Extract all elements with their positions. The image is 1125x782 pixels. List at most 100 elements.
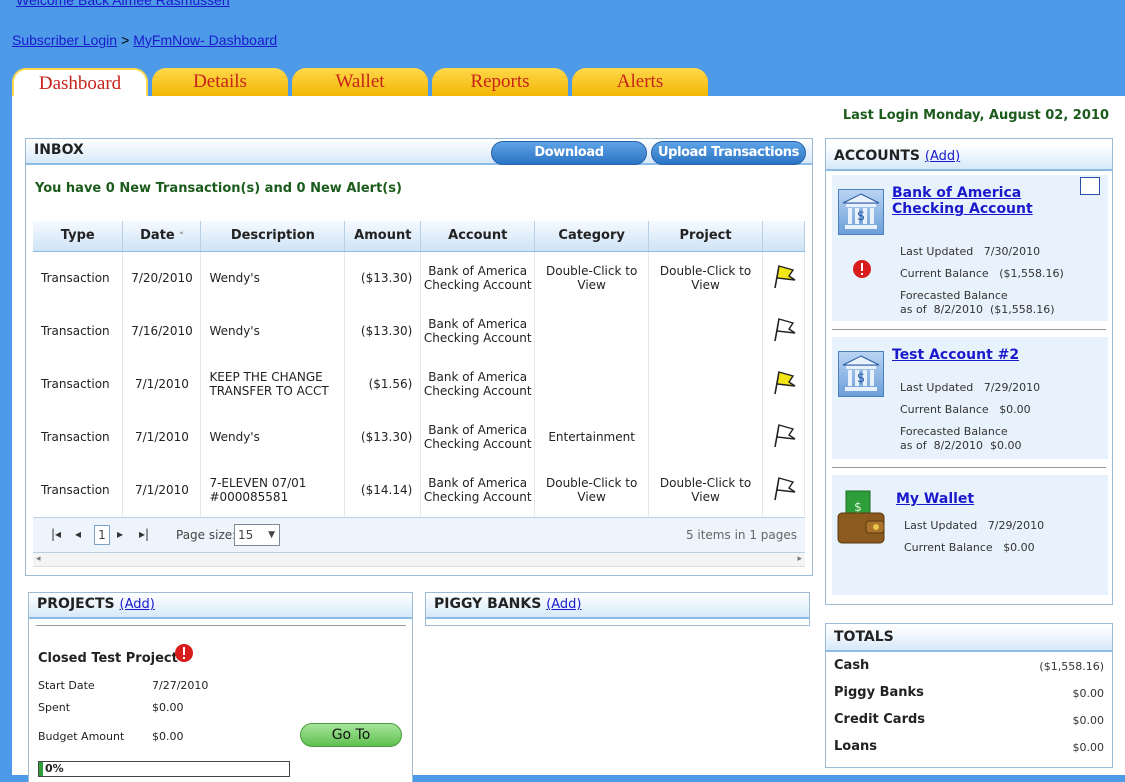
cell-account: Bank of America Checking Account	[420, 463, 536, 516]
breadcrumb-dashboard[interactable]: MyFmNow- Dashboard	[133, 32, 277, 48]
tab-alerts[interactable]: Alerts	[572, 68, 708, 98]
column-flag	[762, 221, 806, 252]
account-link-boa[interactable]: Bank of America Checking Account	[892, 185, 1082, 217]
piggy-banks-title: PIGGY BANKS	[434, 596, 542, 612]
forecast-asof: as of	[900, 303, 927, 316]
cell-flag[interactable]	[762, 251, 806, 304]
balance-label: Current Balance	[904, 541, 993, 554]
column-account[interactable]: Account	[420, 221, 536, 252]
account-forecast: as of 8/2/2010 ($1,558.16)	[900, 303, 1055, 316]
column-category[interactable]: Category	[534, 221, 650, 252]
tab-details[interactable]: Details	[152, 68, 288, 98]
table-row[interactable]: Transaction 7/20/2010 Wendy's ($13.30) Bank …	[33, 251, 806, 304]
totals-header: TOTALS	[826, 626, 1112, 652]
totals-row-piggy-banks: Piggy Banks $0.00	[834, 685, 1104, 700]
download-transactions-button[interactable]: Download Transactions	[491, 141, 647, 182]
cell-project[interactable]: Double-Click to View	[648, 463, 763, 516]
account-link-test[interactable]: Test Account #2	[892, 347, 1019, 363]
svg-text:$: $	[857, 209, 865, 224]
cell-amount: ($14.14)	[344, 463, 422, 516]
column-project[interactable]: Project	[648, 221, 763, 252]
column-date[interactable]: Date ˅	[122, 221, 202, 252]
breadcrumb-subscriber-login[interactable]: Subscriber Login	[12, 32, 117, 48]
cell-amount: ($13.30)	[344, 410, 422, 463]
account-card: $ My Wallet Last Updated 7/29/2010 Curre…	[832, 475, 1108, 595]
cell-category[interactable]	[534, 304, 650, 357]
dashboard-content: Last Login Monday, August 02, 2010 INBOX…	[12, 96, 1125, 782]
cell-project[interactable]	[648, 410, 763, 463]
tab-dashboard[interactable]: Dashboard	[12, 68, 148, 98]
balance-value: $0.00	[999, 403, 1031, 416]
cell-project[interactable]	[648, 304, 763, 357]
balance-value: ($1,558.16)	[999, 267, 1064, 280]
prev-page-icon[interactable]: ◂	[75, 527, 81, 541]
last-login: Last Login Monday, August 02, 2010	[843, 108, 1109, 123]
cell-type: Transaction	[33, 251, 124, 304]
cell-account: Bank of America Checking Account	[420, 357, 536, 410]
flag-white-icon[interactable]	[769, 477, 797, 505]
cell-project[interactable]: Double-Click to View	[648, 251, 763, 304]
add-piggy-bank-link[interactable]: (Add)	[546, 597, 581, 612]
flag-yellow-icon[interactable]	[769, 371, 797, 399]
cell-account: Bank of America Checking Account	[420, 410, 536, 463]
pager-info: 5 items in 1 pages	[685, 528, 797, 542]
cell-flag[interactable]	[762, 357, 806, 410]
column-amount[interactable]: Amount	[344, 221, 422, 252]
account-last-updated: Last Updated 7/29/2010	[904, 519, 1044, 532]
next-page-icon[interactable]: ▸	[117, 527, 123, 541]
scroll-right-icon[interactable]: ▸	[797, 554, 802, 564]
transactions-table: Type Date ˅ Description Amount Account C…	[33, 221, 806, 516]
add-account-link[interactable]: (Add)	[925, 149, 960, 164]
cell-category[interactable]: Double-Click to View	[534, 251, 650, 304]
flag-white-icon[interactable]	[769, 318, 797, 346]
tab-wallet[interactable]: Wallet	[292, 68, 428, 98]
add-project-link[interactable]: (Add)	[120, 597, 155, 612]
account-card: $ Test Account #2 Last Updated 7/29/2010…	[832, 337, 1108, 459]
page-size-value: 15	[238, 528, 254, 542]
table-row[interactable]: Transaction 7/1/2010 7-ELEVEN 07/01 #00008…	[33, 463, 806, 516]
account-link-wallet[interactable]: My Wallet	[896, 491, 974, 507]
column-description[interactable]: Description	[200, 221, 346, 252]
last-page-icon[interactable]: ▸|	[139, 527, 149, 541]
totals-panel: TOTALS Cash ($1,558.16) Piggy Banks $0.00 …	[825, 623, 1113, 768]
cell-flag[interactable]	[762, 304, 806, 357]
tab-reports[interactable]: Reports	[432, 68, 568, 98]
table-row[interactable]: Transaction 7/1/2010 Wendy's ($13.30) Bank o…	[33, 410, 806, 463]
cell-category[interactable]: Double-Click to View	[534, 463, 650, 516]
project-budget-value: $0.00	[152, 730, 184, 743]
horizontal-scrollbar[interactable]: ◂ ▸	[33, 553, 805, 567]
cell-description: Wendy's	[200, 251, 346, 304]
cell-flag[interactable]	[762, 410, 806, 463]
cell-category[interactable]	[534, 357, 650, 410]
last-updated-value: 7/29/2010	[983, 381, 1041, 394]
breadcrumb-separator: >	[121, 32, 130, 48]
account-current-balance: Current Balance $0.00	[900, 403, 1031, 416]
balance-value: $0.00	[1003, 541, 1035, 554]
account-checkbox[interactable]	[1080, 177, 1100, 195]
first-page-icon[interactable]: |◂	[51, 527, 61, 541]
cell-flag[interactable]	[762, 463, 806, 516]
sort-arrow-icon: ˅	[179, 232, 184, 243]
cell-category[interactable]: Entertainment	[534, 410, 650, 463]
totals-title: TOTALS	[834, 629, 894, 645]
alert-icon	[852, 259, 872, 283]
chevron-down-icon: ▼	[268, 530, 275, 540]
page-number-button[interactable]: 1	[94, 525, 110, 545]
scroll-left-icon[interactable]: ◂	[36, 554, 41, 564]
page-size-select[interactable]: 15 ▼	[234, 524, 280, 546]
table-row[interactable]: Transaction 7/16/2010 Wendy's ($13.30) Bank …	[33, 304, 806, 357]
welcome-link[interactable]: Welcome Back Aimee Rasmussen	[16, 0, 230, 8]
account-last-updated: Last Updated 7/30/2010	[900, 245, 1040, 258]
project-name: Closed Test Project	[38, 651, 178, 666]
cell-date: 7/16/2010	[122, 304, 202, 357]
flag-yellow-icon[interactable]	[769, 265, 797, 293]
cell-project[interactable]	[648, 357, 763, 410]
upload-transactions-button[interactable]: Upload Transactions	[651, 141, 806, 165]
project-spent-value: $0.00	[152, 701, 184, 714]
table-row[interactable]: Transaction 7/1/2010 KEEP THE CHANGE TRANS…	[33, 357, 806, 410]
projects-panel: PROJECTS (Add) Closed Test Project Start…	[28, 592, 413, 782]
column-type[interactable]: Type	[33, 221, 124, 252]
goto-project-button[interactable]: Go To	[300, 723, 402, 747]
svg-text:$: $	[854, 500, 862, 514]
flag-white-icon[interactable]	[769, 424, 797, 452]
